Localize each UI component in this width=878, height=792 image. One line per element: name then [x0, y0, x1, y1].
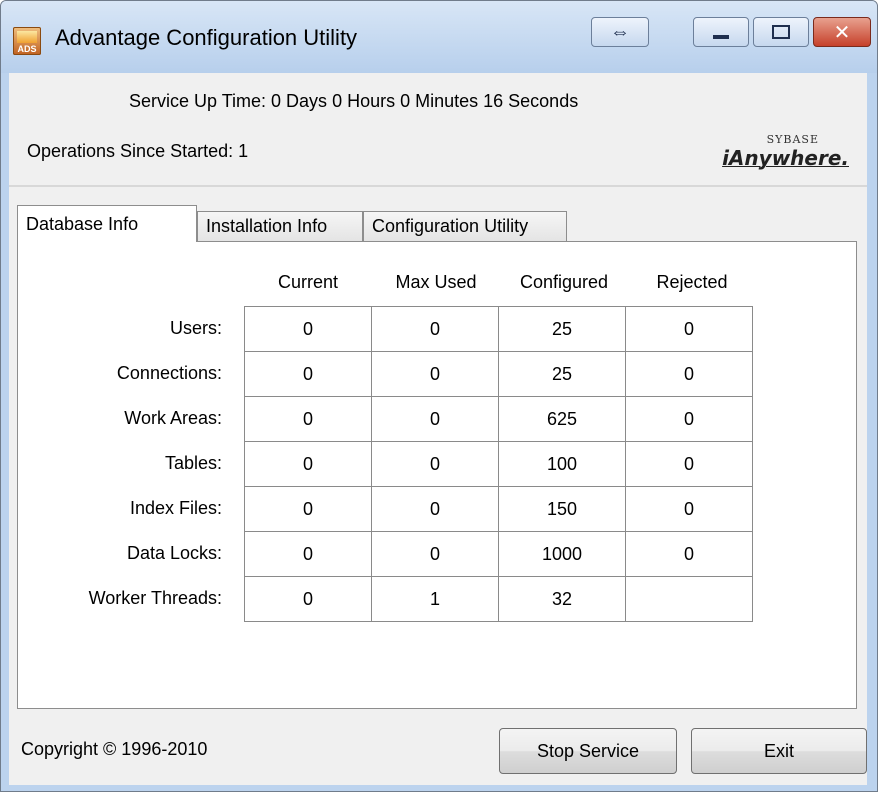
row-label-worker-threads: Worker Threads:	[88, 588, 222, 608]
cell-index-files-current: 0	[244, 486, 372, 532]
close-button[interactable]: ✕	[813, 17, 871, 47]
row-label-data-locks: Data Locks:	[126, 543, 222, 563]
tab-database-info[interactable]: Database Info	[17, 205, 197, 242]
resize-arrows-icon: ⇔	[610, 20, 630, 43]
cell-users-configured: 25	[498, 306, 626, 352]
cell-data-locks-rejected: 0	[625, 531, 753, 577]
table-row: 0 0 25 0	[244, 351, 753, 397]
row-label-tables: Tables:	[164, 453, 222, 473]
cell-users-current: 0	[244, 306, 372, 352]
statistics-grid: 0 0 25 0 0 0 25 0 0 0 625 0 0 0 100 0 0 …	[244, 306, 753, 622]
tab-installation-info[interactable]: Installation Info	[197, 211, 363, 241]
cell-tables-rejected: 0	[625, 441, 753, 487]
database-info-panel: Current Max Used Configured Rejected Use…	[17, 241, 857, 709]
cell-index-files-rejected: 0	[625, 486, 753, 532]
row-label-connections: Connections:	[116, 363, 222, 383]
cell-connections-rejected: 0	[625, 351, 753, 397]
ads-icon-text: ADS	[17, 44, 37, 54]
cell-worker-threads-max-used: 1	[371, 576, 499, 622]
logo-sybase-text: SYBASE	[766, 133, 819, 146]
cell-tables-max-used: 0	[371, 441, 499, 487]
ads-app-icon[interactable]: ADS	[13, 27, 41, 55]
close-icon: ✕	[833, 21, 851, 44]
cell-users-max-used: 0	[371, 306, 499, 352]
table-row: 0 0 1000 0	[244, 531, 753, 577]
logo-ianywhere-text: iAnywhere.	[722, 146, 849, 170]
window-title: Advantage Configuration Utility	[55, 25, 358, 50]
cell-worker-threads-configured: 32	[498, 576, 626, 622]
row-label-users: Users:	[169, 318, 222, 338]
table-row: 0 0 100 0	[244, 441, 753, 487]
table-row: 0 0 625 0	[244, 396, 753, 442]
cell-users-rejected: 0	[625, 306, 753, 352]
cell-tables-configured: 100	[498, 441, 626, 487]
status-panel: Service Up Time: 0 Days 0 Hours 0 Minute…	[9, 73, 867, 187]
cell-data-locks-configured: 1000	[498, 531, 626, 577]
client-area: Service Up Time: 0 Days 0 Hours 0 Minute…	[9, 73, 867, 785]
table-row: 0 0 25 0	[244, 306, 753, 352]
cell-data-locks-current: 0	[244, 531, 372, 577]
cell-connections-current: 0	[244, 351, 372, 397]
column-header-max-used: Max Used	[395, 272, 477, 292]
title-bar[interactable]: ADS Advantage Configuration Utility ⇔ ✕	[1, 1, 877, 73]
cell-data-locks-max-used: 0	[371, 531, 499, 577]
row-label-work-areas: Work Areas:	[124, 408, 222, 428]
cell-connections-max-used: 0	[371, 351, 499, 397]
tab-configuration-utility[interactable]: Configuration Utility	[363, 211, 567, 241]
row-label-index-files: Index Files:	[129, 498, 222, 518]
maximize-icon	[772, 25, 790, 39]
sybase-ianywhere-logo: SYBASE iAnywhere.	[699, 133, 849, 170]
table-row: 0 1 32	[244, 576, 753, 622]
app-window: ADS Advantage Configuration Utility ⇔ ✕ …	[0, 0, 878, 792]
cell-work-areas-current: 0	[244, 396, 372, 442]
exit-button[interactable]: Exit	[691, 728, 867, 774]
maximize-button[interactable]	[753, 17, 809, 47]
column-header-rejected: Rejected	[656, 272, 728, 292]
stop-service-button[interactable]: Stop Service	[499, 728, 677, 774]
minimize-icon	[713, 35, 729, 39]
operations-count: Operations Since Started: 1	[27, 141, 249, 161]
cell-index-files-max-used: 0	[371, 486, 499, 532]
cell-connections-configured: 25	[498, 351, 626, 397]
cell-index-files-configured: 150	[498, 486, 626, 532]
minimize-button[interactable]	[693, 17, 749, 47]
cell-work-areas-configured: 625	[498, 396, 626, 442]
column-header-current: Current	[277, 272, 339, 292]
table-row: 0 0 150 0	[244, 486, 753, 532]
resize-button[interactable]: ⇔	[591, 17, 649, 47]
cell-worker-threads-current: 0	[244, 576, 372, 622]
service-uptime: Service Up Time: 0 Days 0 Hours 0 Minute…	[129, 91, 579, 111]
cell-tables-current: 0	[244, 441, 372, 487]
cell-work-areas-max-used: 0	[371, 396, 499, 442]
cell-worker-threads-rejected	[625, 576, 753, 622]
column-header-configured: Configured	[519, 272, 609, 292]
copyright-text: Copyright © 1996-2010	[21, 739, 208, 759]
cell-work-areas-rejected: 0	[625, 396, 753, 442]
